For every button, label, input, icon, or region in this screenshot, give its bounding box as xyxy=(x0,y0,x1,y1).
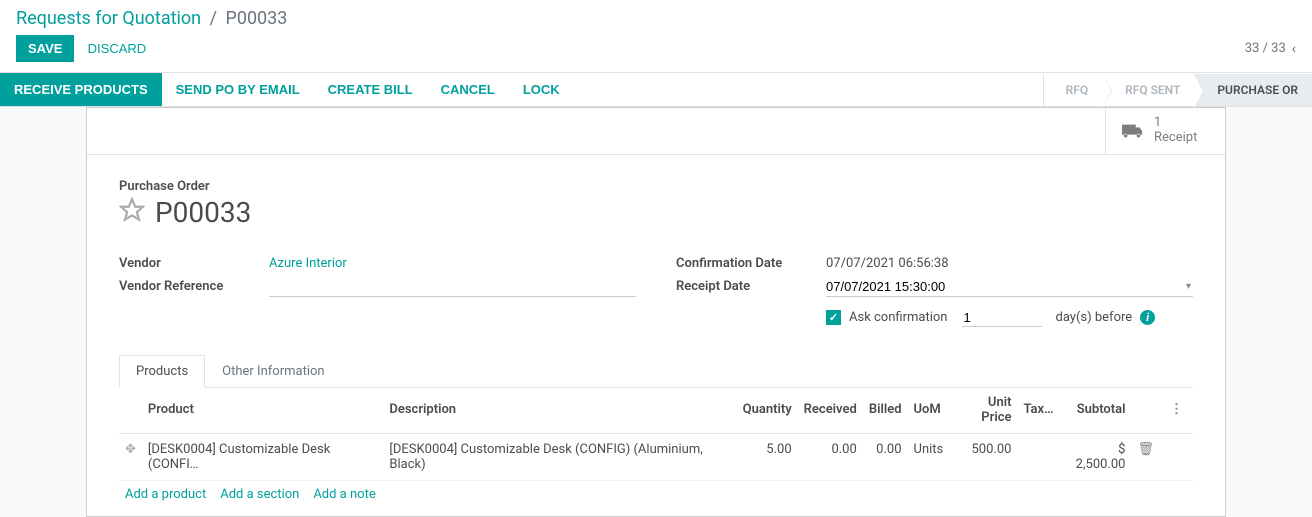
title-block: Purchase Order P00033 xyxy=(119,179,1193,229)
status-step-purchase-order[interactable]: PURCHASE OR xyxy=(1194,74,1312,106)
chevron-down-icon[interactable]: ▾ xyxy=(1186,281,1191,292)
cell-billed[interactable]: 0.00 xyxy=(863,433,908,480)
form-col-left: Vendor Azure Interior Vendor Reference xyxy=(119,253,636,330)
cell-quantity[interactable]: 5.00 xyxy=(737,433,798,480)
cell-subtotal: $ 2,500.00 xyxy=(1060,433,1132,480)
cancel-button[interactable]: CANCEL xyxy=(427,73,509,106)
form-sheet: 1 Receipt Purchase Order P00033 xyxy=(86,107,1226,517)
lock-button[interactable]: LOCK xyxy=(509,73,574,106)
table-row[interactable]: ✥ [DESK0004] Customizable Desk (CONFI… [… xyxy=(119,433,1193,480)
statusbar: RECEIVE PRODUCTS SEND PO BY EMAIL CREATE… xyxy=(0,72,1312,107)
receipt-stat-text: 1 Receipt xyxy=(1154,116,1197,146)
breadcrumb-row: Requests for Quotation / P00033 xyxy=(0,0,1312,31)
th-unit-price: Unit Price xyxy=(949,387,1017,434)
table-header-row: Product Description Quantity Received Bi… xyxy=(119,387,1193,434)
form-grid: Vendor Azure Interior Vendor Reference C… xyxy=(119,253,1193,330)
send-po-email-button[interactable]: SEND PO BY EMAIL xyxy=(162,73,314,106)
th-kebab[interactable]: ⋮ xyxy=(1160,387,1193,434)
save-button[interactable]: SAVE xyxy=(16,35,74,62)
cell-product[interactable]: [DESK0004] Customizable Desk (CONFI… xyxy=(142,433,384,480)
button-box: 1 Receipt xyxy=(87,108,1225,155)
order-name: P00033 xyxy=(155,196,251,229)
breadcrumb: Requests for Quotation / P00033 xyxy=(16,8,287,29)
discard-button[interactable]: DISCARD xyxy=(78,35,157,62)
receipt-count: 1 xyxy=(1154,116,1197,131)
th-uom: UoM xyxy=(908,387,950,434)
th-product: Product xyxy=(142,387,384,434)
confirmation-date-label: Confirmation Date xyxy=(676,256,826,271)
field-receipt-date: Receipt Date ▾ xyxy=(676,274,1193,300)
vendor-link[interactable]: Azure Interior xyxy=(269,256,347,271)
field-vendor: Vendor Azure Interior xyxy=(119,253,636,274)
status-steps: RFQ RFQ SENT PURCHASE OR xyxy=(1043,73,1312,106)
breadcrumb-current: P00033 xyxy=(225,8,287,29)
receive-products-button[interactable]: RECEIVE PRODUCTS xyxy=(0,73,162,106)
cell-received[interactable]: 0.00 xyxy=(798,433,863,480)
th-subtotal: Subtotal xyxy=(1060,387,1132,434)
vendor-ref-input[interactable] xyxy=(269,277,636,297)
days-suffix: day(s) before xyxy=(1056,310,1133,325)
sheet-body: Purchase Order P00033 Vendor Azure Inter… xyxy=(87,155,1225,516)
cell-unit-price[interactable]: 500.00 xyxy=(949,433,1017,480)
kebab-icon[interactable]: ⋮ xyxy=(1166,402,1187,417)
truck-icon xyxy=(1122,122,1144,140)
tabs: Products Other Information xyxy=(119,355,1193,388)
breadcrumb-separator: / xyxy=(210,8,217,29)
tab-products[interactable]: Products xyxy=(119,355,205,388)
title-label: Purchase Order xyxy=(119,179,1193,194)
line-actions: Add a product Add a section Add a note xyxy=(119,481,1193,508)
receipt-stat-button[interactable]: 1 Receipt xyxy=(1105,108,1225,154)
ask-confirmation-checkbox[interactable]: ✓ xyxy=(826,310,841,325)
add-note-link[interactable]: Add a note xyxy=(313,487,375,502)
breadcrumb-main-link[interactable]: Requests for Quotation xyxy=(16,8,201,29)
th-taxes: Tax… xyxy=(1017,387,1059,434)
confirmation-date-value: 07/07/2021 06:56:38 xyxy=(826,256,1193,271)
drag-handle-icon[interactable]: ✥ xyxy=(125,442,136,457)
th-received: Received xyxy=(798,387,863,434)
th-billed: Billed xyxy=(863,387,908,434)
trash-icon[interactable]: 🗑 xyxy=(1137,442,1154,457)
receipt-date-input[interactable] xyxy=(826,277,1193,297)
statusbar-buttons: RECEIVE PRODUCTS SEND PO BY EMAIL CREATE… xyxy=(0,73,574,106)
title-row: P00033 xyxy=(119,196,1193,229)
field-vendor-reference: Vendor Reference xyxy=(119,274,636,300)
vendor-label: Vendor xyxy=(119,256,269,271)
ask-confirmation-label: Ask confirmation xyxy=(849,310,948,325)
add-product-link[interactable]: Add a product xyxy=(125,487,206,502)
receipt-date-label: Receipt Date xyxy=(676,279,826,294)
status-step-rfq-sent[interactable]: RFQ SENT xyxy=(1102,74,1194,106)
status-step-rfq[interactable]: RFQ xyxy=(1043,74,1103,106)
add-section-link[interactable]: Add a section xyxy=(220,487,299,502)
receipt-label: Receipt xyxy=(1154,130,1197,145)
info-icon[interactable]: i xyxy=(1140,310,1155,325)
th-description: Description xyxy=(383,387,736,434)
pager-text: 33 / 33 xyxy=(1245,41,1286,56)
control-left: SAVE DISCARD xyxy=(16,35,156,62)
control-row: SAVE DISCARD 33 / 33 ‹ xyxy=(0,31,1312,72)
priority-star-icon[interactable] xyxy=(119,197,145,227)
cell-uom[interactable]: Units xyxy=(908,433,950,480)
cell-taxes[interactable] xyxy=(1017,433,1059,480)
pager: 33 / 33 ‹ xyxy=(1245,41,1296,57)
order-lines-table: Product Description Quantity Received Bi… xyxy=(119,387,1193,481)
th-quantity: Quantity xyxy=(737,387,798,434)
create-bill-button[interactable]: CREATE BILL xyxy=(314,73,427,106)
form-col-right: Confirmation Date 07/07/2021 06:56:38 Re… xyxy=(676,253,1193,330)
pager-prev-icon[interactable]: ‹ xyxy=(1292,41,1296,57)
cell-description[interactable]: [DESK0004] Customizable Desk (CONFIG) (A… xyxy=(383,433,736,480)
tab-other-information[interactable]: Other Information xyxy=(205,355,341,388)
form-wrap: 1 Receipt Purchase Order P00033 xyxy=(0,107,1312,517)
field-ask-confirmation: ✓ Ask confirmation day(s) before i xyxy=(676,300,1193,330)
days-before-input[interactable] xyxy=(962,309,1042,327)
field-confirmation-date: Confirmation Date 07/07/2021 06:56:38 xyxy=(676,253,1193,274)
vendor-ref-label: Vendor Reference xyxy=(119,279,269,294)
